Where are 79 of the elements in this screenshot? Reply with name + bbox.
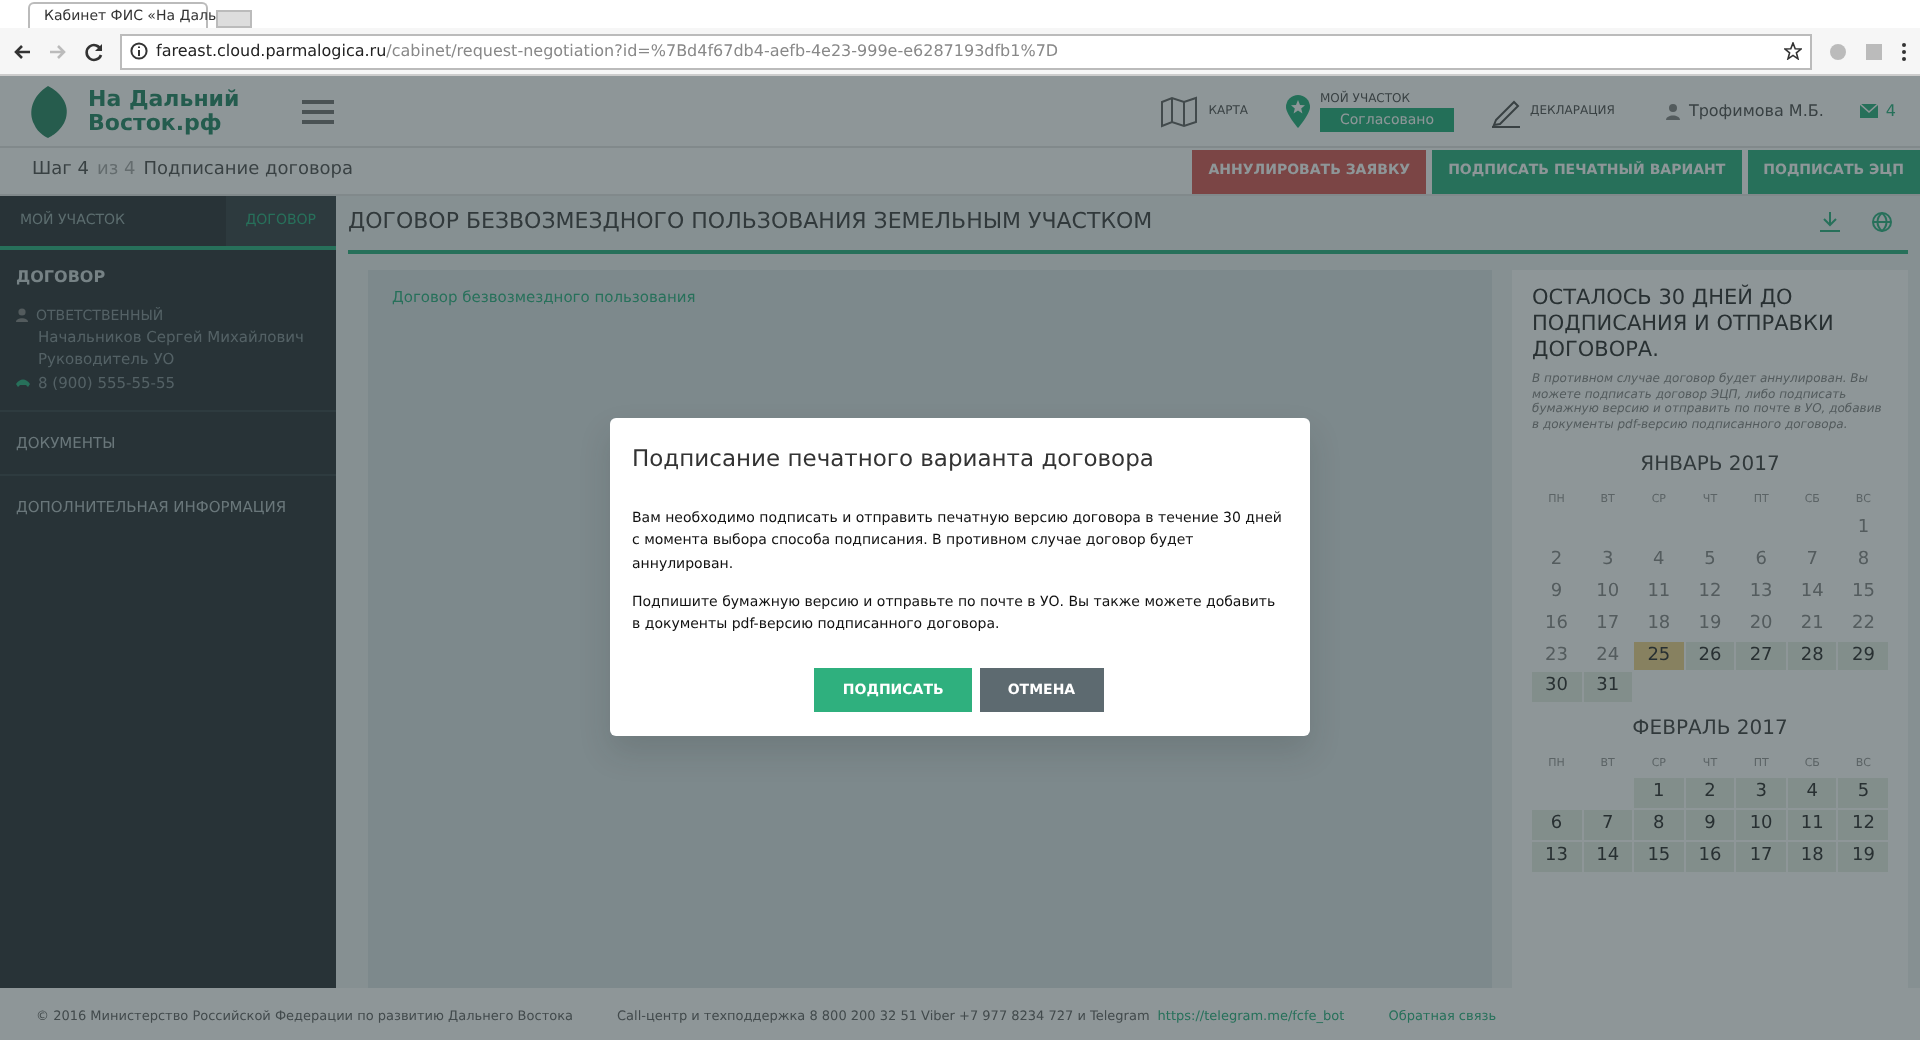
deadline-title: ОСТАЛОСЬ 30 ДНЕЙ ДО ПОДПИСАНИЯ И ОТПРАВКИ ДОГОВОРА. xyxy=(1532,285,1836,364)
calendar-day: 4 xyxy=(1787,778,1837,809)
calendar-day: 5 xyxy=(1685,546,1735,576)
calendar-day: 13 xyxy=(1736,577,1786,608)
calendar-day: 2 xyxy=(1532,546,1582,576)
calendar-day: 14 xyxy=(1787,577,1837,608)
calendar-day: 27 xyxy=(1736,641,1786,671)
calendar-day: 19 xyxy=(1685,609,1735,639)
calendar-day: 9 xyxy=(1532,577,1582,608)
calendar-day: 7 xyxy=(1583,810,1633,840)
calendar-day: 18 xyxy=(1787,841,1837,872)
mail-icon[interactable] xyxy=(1859,104,1878,118)
calendar-day: 17 xyxy=(1736,841,1786,872)
calendar-day: 24 xyxy=(1583,641,1633,671)
user-icon xyxy=(16,308,28,323)
calendar-day: 11 xyxy=(1787,810,1837,840)
calendar-day: 9 xyxy=(1685,810,1735,840)
calendar-day: 29 xyxy=(1838,641,1888,671)
calendar-day: 3 xyxy=(1736,778,1786,809)
section-heading: ДОГОВОР xyxy=(16,265,108,289)
calendar-day: 16 xyxy=(1685,841,1735,872)
calendar-day: 13 xyxy=(1532,841,1582,872)
user-name[interactable]: Трофимова М.Б. xyxy=(1688,99,1824,123)
calendar-day: 21 xyxy=(1787,609,1837,639)
address-field[interactable]: fareast.cloud.parmalogica.ru/cabinet/request-negotiation?id=%7Bd4f67db4-aefb-4e23-999e-e6287193dfb1%7D xyxy=(120,33,1812,69)
star-icon[interactable] xyxy=(1784,42,1802,60)
user-icon xyxy=(1666,103,1681,119)
calendar-day: 28 xyxy=(1787,641,1837,671)
calendar-day: 14 xyxy=(1583,841,1633,872)
calendar-month: ЯНВАРЬ 2017 xyxy=(1638,452,1782,481)
new-tab-button[interactable] xyxy=(216,10,252,28)
calendar-day: 15 xyxy=(1634,841,1684,872)
reload-icon[interactable] xyxy=(84,41,104,61)
calendar-day: 5 xyxy=(1838,778,1888,809)
calendar-day: 25 xyxy=(1634,641,1684,671)
calendar-day: 17 xyxy=(1583,609,1633,639)
calendar-day: 4 xyxy=(1634,546,1684,576)
calendar-day: 20 xyxy=(1736,609,1786,639)
step-title: Подписание договора xyxy=(143,157,354,184)
modal-title: Подписание печатного варианта договора xyxy=(632,442,1156,476)
calendar-day: 22 xyxy=(1838,609,1888,639)
calendar-day: 6 xyxy=(1736,546,1786,576)
calendar-day: 8 xyxy=(1634,810,1684,840)
map-icon[interactable] xyxy=(1160,95,1201,127)
location-pin-icon[interactable] xyxy=(1284,93,1312,129)
menu-icon[interactable] xyxy=(1900,41,1908,61)
calendar-day: 23 xyxy=(1532,641,1582,671)
calendar-day: 7 xyxy=(1787,546,1837,576)
calendar-day: 10 xyxy=(1583,577,1633,608)
calendar-day: 3 xyxy=(1583,546,1633,576)
info-icon xyxy=(130,42,148,60)
calendar-day: 18 xyxy=(1634,609,1684,639)
calendar-day: 2 xyxy=(1685,778,1735,809)
page-title: ДОГОВОР БЕЗВОЗМЕЗДНОГО ПОЛЬЗОВАНИЯ ЗЕМЕЛЬНЫМ УЧАСТКОМ xyxy=(348,206,1153,238)
phone-icon xyxy=(16,377,30,388)
download-icon[interactable] xyxy=(1820,212,1840,233)
calendar-day: 8 xyxy=(1838,546,1888,576)
calendar-day: 16 xyxy=(1532,609,1582,639)
calendar-day: 26 xyxy=(1685,641,1735,671)
step-number: Шаг 4 xyxy=(32,157,89,184)
forward-icon[interactable] xyxy=(48,41,68,61)
calendar-day: 6 xyxy=(1532,810,1582,840)
calendar-day: 12 xyxy=(1838,810,1888,840)
calendar-month: ФЕВРАЛЬ 2017 xyxy=(1630,716,1790,745)
url-text: fareast.cloud.parmalogica.ru/cabinet/request-negotiation?id=%7Bd4f67db4-aefb-4e23-999e-e6287193dfb1%7D xyxy=(156,39,1059,63)
calendar-day: 11 xyxy=(1634,577,1684,608)
calendar-day: 1 xyxy=(1838,514,1888,545)
calendar-day: 10 xyxy=(1736,810,1786,840)
calendar-day: 30 xyxy=(1532,672,1582,703)
globe-icon[interactable] xyxy=(1872,212,1892,233)
message-count: 4 xyxy=(1885,99,1896,123)
back-icon[interactable] xyxy=(12,41,32,61)
calendar-day: 1 xyxy=(1634,778,1684,809)
logo-text[interactable]: На Дальний Восток.рф xyxy=(88,87,272,135)
calendar-day: 15 xyxy=(1838,577,1888,608)
calendar-day: 31 xyxy=(1583,672,1633,703)
pencil-icon[interactable] xyxy=(1490,95,1523,127)
calendar-day: 12 xyxy=(1685,577,1735,608)
calendar-day: 19 xyxy=(1838,841,1888,872)
